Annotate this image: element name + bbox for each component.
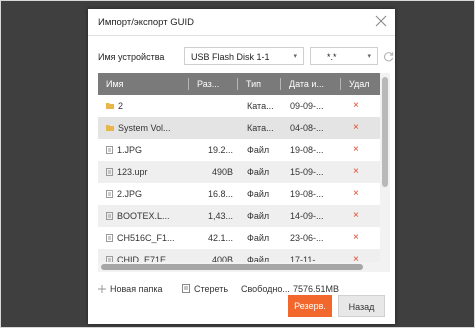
horizontal-scrollbar[interactable] <box>98 262 380 272</box>
dialog-title: Импорт/экспорт GUID <box>98 17 194 28</box>
row-name-cell: CH516C_F1... <box>106 227 192 249</box>
row-type: Ката... <box>247 123 274 133</box>
close-icon[interactable] <box>375 15 387 27</box>
row-size: 490B <box>211 167 233 177</box>
row-name: 2.JPG <box>117 189 143 199</box>
file-filter-value: *.* <box>327 52 337 62</box>
row-date: 23-06-... <box>290 233 324 243</box>
device-select-value: USB Flash Disk 1-1 <box>191 52 270 62</box>
chevron-down-icon: ▾ <box>293 53 297 60</box>
row-date: 19-08-... <box>290 189 324 199</box>
row-type: Файл <box>247 189 270 199</box>
erase-icon <box>182 284 190 293</box>
row-name-cell: 1.JPG <box>106 139 192 161</box>
new-folder-button[interactable]: Новая папка <box>98 281 162 297</box>
row-size: 42.1... <box>207 233 233 243</box>
file-icon <box>106 145 113 154</box>
row-name-cell: 2 <box>106 95 192 117</box>
delete-icon[interactable]: × <box>353 183 373 205</box>
folder-icon <box>106 125 114 132</box>
table-row[interactable]: 123.upr 490B Файл 15-09-... × <box>98 161 380 183</box>
delete-icon[interactable]: × <box>353 139 373 161</box>
chevron-down-icon: ▾ <box>367 53 371 60</box>
free-space-label: Свободно... <box>241 284 290 294</box>
table-header: Имя Раз... Тип Дата и... Удал <box>98 73 380 95</box>
plus-icon <box>98 285 106 293</box>
new-folder-label: Новая папка <box>110 284 163 294</box>
row-name: System Vol... <box>118 123 171 133</box>
row-name-cell: 2.JPG <box>106 183 192 205</box>
table-row[interactable]: CH516C_F1... 42.1... Файл 23-06-... × <box>98 227 380 249</box>
table-row[interactable]: System Vol... Ката... 04-08-... × <box>98 117 380 139</box>
dialog-header: Импорт/экспорт GUID <box>88 9 395 36</box>
row-size <box>189 117 233 139</box>
table-row[interactable]: 2 Ката... 09-09-... × <box>98 95 380 117</box>
delete-icon[interactable]: × <box>353 227 373 249</box>
column-header-type[interactable]: Тип <box>238 73 281 95</box>
row-date: 15-09-... <box>290 167 324 177</box>
erase-label: Стереть <box>194 284 229 294</box>
folder-icon <box>106 103 114 110</box>
row-size: 19.2... <box>207 145 233 155</box>
row-size: 1,43... <box>207 211 233 221</box>
row-name: 1.JPG <box>117 145 143 155</box>
row-date: 09-09-... <box>290 101 324 111</box>
file-table: Имя Раз... Тип Дата и... Удал 2 Ката... … <box>98 73 390 272</box>
horizontal-scrollbar-thumb[interactable] <box>101 264 363 270</box>
row-name-cell: System Vol... <box>106 117 192 139</box>
row-date: 04-08-... <box>290 123 324 133</box>
device-select[interactable]: USB Flash Disk 1-1 ▾ <box>184 47 304 65</box>
row-name: CH516C_F1... <box>117 233 175 243</box>
row-date: 19-08-... <box>290 145 324 155</box>
table-row[interactable]: 2.JPG 16.8... Файл 19-08-... × <box>98 183 380 205</box>
row-type: Файл <box>247 233 270 243</box>
file-icon <box>106 233 113 242</box>
back-button[interactable]: Назад <box>338 295 385 317</box>
row-size <box>189 95 233 117</box>
row-name-cell: 123.upr <box>106 161 192 183</box>
delete-icon[interactable]: × <box>353 95 373 117</box>
file-filter-select[interactable]: *.* ▾ <box>310 47 378 65</box>
delete-icon[interactable]: × <box>353 161 373 183</box>
vertical-scrollbar[interactable] <box>380 73 390 272</box>
file-icon <box>106 211 113 220</box>
table-row[interactable]: 1.JPG 19.2... Файл 19-08-... × <box>98 139 380 161</box>
import-export-dialog: Импорт/экспорт GUID Имя устройства USB F… <box>88 9 395 324</box>
device-name-label: Имя устройства <box>98 52 165 62</box>
delete-icon[interactable]: × <box>353 117 373 139</box>
column-header-name[interactable]: Имя <box>98 73 189 95</box>
device-row: Имя устройства USB Flash Disk 1-1 ▾ *.* … <box>98 47 394 67</box>
row-type: Файл <box>247 145 270 155</box>
vertical-scrollbar-thumb[interactable] <box>382 77 388 187</box>
backup-button[interactable]: Резерв. <box>288 295 332 317</box>
column-header-delete[interactable]: Удал <box>341 73 380 95</box>
delete-icon[interactable]: × <box>353 205 373 227</box>
row-type: Ката... <box>247 101 274 111</box>
file-icon <box>106 189 113 198</box>
row-type: Файл <box>247 211 270 221</box>
column-header-date[interactable]: Дата и... <box>281 73 341 95</box>
table-row[interactable]: BOOTEX.L... 1,43... Файл 14-09-... × <box>98 205 380 227</box>
erase-button[interactable]: Стереть <box>182 281 228 297</box>
row-date: 14-09-... <box>290 211 324 221</box>
refresh-icon[interactable] <box>383 51 394 62</box>
file-icon <box>106 167 113 176</box>
row-size: 16.8... <box>207 189 233 199</box>
row-name-cell: BOOTEX.L... <box>106 205 192 227</box>
row-name: 2 <box>118 101 124 111</box>
row-name: BOOTEX.L... <box>117 211 170 221</box>
row-name: 123.upr <box>117 167 148 177</box>
column-header-size[interactable]: Раз... <box>189 73 238 95</box>
row-type: Файл <box>247 167 270 177</box>
